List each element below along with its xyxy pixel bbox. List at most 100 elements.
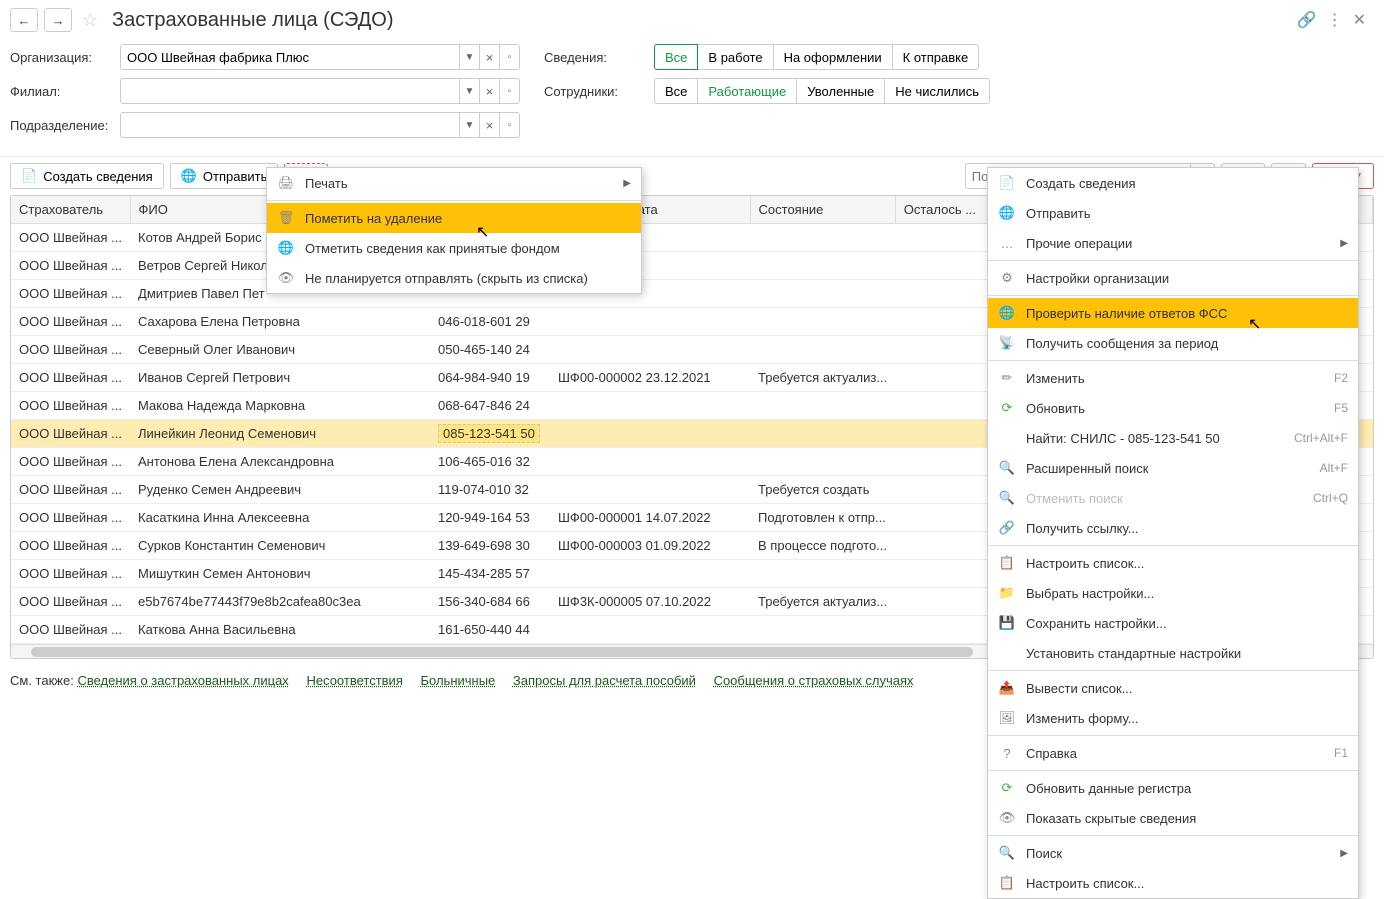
- table-cell: [750, 420, 895, 448]
- separator: [988, 770, 1358, 771]
- menu-edit[interactable]: ✏ИзменитьF2: [988, 363, 1358, 393]
- branch-clear-icon[interactable]: ×: [480, 78, 500, 104]
- help-icon: ?: [998, 744, 1016, 762]
- sotr-fired[interactable]: Уволенные: [797, 78, 885, 104]
- separator: [267, 200, 641, 201]
- table-cell: ООО Швейная ...: [11, 504, 130, 532]
- col-insurer[interactable]: Страхователь: [11, 196, 130, 224]
- close-icon[interactable]: ✕: [1353, 10, 1366, 30]
- menu-find[interactable]: Найти: СНИЛС - 085-123-541 50Ctrl+Alt+F: [988, 423, 1358, 453]
- kebab-icon[interactable]: ⋮: [1327, 10, 1343, 30]
- menu-other[interactable]: …Прочие операции▶: [988, 228, 1358, 258]
- table-cell: [550, 308, 750, 336]
- table-cell: [750, 280, 895, 308]
- table-cell: Требуется актуализ...: [750, 588, 895, 616]
- menu-send[interactable]: 🌐Отправить: [988, 198, 1358, 228]
- dept-input[interactable]: [120, 112, 460, 138]
- menu-cfg-list[interactable]: 📋Настроить список...: [988, 548, 1358, 578]
- menu-get-messages[interactable]: 📡Получить сообщения за период: [988, 328, 1358, 358]
- table-cell: 085-123-541 50: [430, 420, 550, 448]
- sved-reg[interactable]: На оформлении: [774, 44, 893, 70]
- separator: [988, 295, 1358, 296]
- favorite-button[interactable]: ☆: [78, 8, 102, 32]
- branch-open-icon[interactable]: ▫: [500, 78, 520, 104]
- forward-button[interactable]: →: [44, 8, 72, 32]
- menu-print[interactable]: 🖨 Печать ▶: [267, 168, 641, 198]
- table-cell: ШФ3К-000005 07.10.2022: [550, 588, 750, 616]
- menu-refresh-reg[interactable]: ⟳Обновить данные регистра: [988, 773, 1358, 803]
- footer-link[interactable]: Сведения о застрахованных лицах: [77, 673, 288, 688]
- dots-icon: …: [998, 234, 1016, 252]
- menu-get-link[interactable]: 🔗Получить ссылку...: [988, 513, 1358, 543]
- send-button[interactable]: 🌐 Отправить: [170, 163, 279, 189]
- menu-change-form[interactable]: 🖼Изменить форму...: [988, 703, 1358, 733]
- printer-icon: 🖨: [277, 174, 295, 192]
- table-cell: [550, 476, 750, 504]
- menu-cfg-list2[interactable]: 📋Настроить список...: [988, 868, 1358, 898]
- sotr-none[interactable]: Не числились: [885, 78, 990, 104]
- table-cell: ООО Швейная ...: [11, 616, 130, 644]
- menu-org-settings[interactable]: ⚙Настройки организации: [988, 263, 1358, 293]
- sotr-work[interactable]: Работающие: [698, 78, 797, 104]
- globe-icon: 🌐: [181, 168, 197, 184]
- menu-show-hidden[interactable]: 👁Показать скрытые сведения: [988, 803, 1358, 833]
- menu-create[interactable]: 📄Создать сведения: [988, 168, 1358, 198]
- page-title: Застрахованные лица (СЭДО): [112, 9, 1291, 32]
- table-cell: 050-465-140 24: [430, 336, 550, 364]
- menu-search[interactable]: 🔍Поиск▶: [988, 838, 1358, 868]
- footer-link[interactable]: Несоответствия: [306, 673, 402, 688]
- table-cell: 161-650-440 44: [430, 616, 550, 644]
- footer-link[interactable]: Больничные: [420, 673, 495, 688]
- menu-out-list[interactable]: 📤Вывести список...: [988, 673, 1358, 703]
- link-icon[interactable]: 🔗: [1297, 10, 1317, 30]
- table-cell: 119-074-010 32: [430, 476, 550, 504]
- pencil-icon: ✏: [998, 369, 1016, 387]
- back-button[interactable]: ←: [10, 8, 38, 32]
- menu-check-fss[interactable]: 🌐Проверить наличие ответов ФСС: [988, 298, 1358, 328]
- org-input[interactable]: [120, 44, 460, 70]
- menu-pick-settings[interactable]: 📁Выбрать настройки...: [988, 578, 1358, 608]
- footer-link[interactable]: Сообщения о страховых случаях: [714, 673, 914, 688]
- menu-std-settings[interactable]: Установить стандартные настройки: [988, 638, 1358, 668]
- org-dropdown-icon[interactable]: ▼: [460, 44, 480, 70]
- scrollbar-thumb[interactable]: [31, 647, 973, 657]
- table-cell: ООО Швейная ...: [11, 392, 130, 420]
- sotr-all[interactable]: Все: [654, 78, 698, 104]
- sved-all[interactable]: Все: [654, 44, 698, 70]
- table-cell: ООО Швейная ...: [11, 532, 130, 560]
- table-cell: 064-984-940 19: [430, 364, 550, 392]
- table-cell: ООО Швейная ...: [11, 476, 130, 504]
- dept-clear-icon[interactable]: ×: [480, 112, 500, 138]
- org-open-icon[interactable]: ▫: [500, 44, 520, 70]
- table-cell: [750, 336, 895, 364]
- menu-hide[interactable]: 👁 Не планируется отправлять (скрыть из с…: [267, 263, 641, 293]
- table-cell: ШФ00-000003 01.09.2022: [550, 532, 750, 560]
- footer-link[interactable]: Запросы для расчета пособий: [513, 673, 696, 688]
- table-cell: Требуется актуализ...: [750, 364, 895, 392]
- dept-dropdown-icon[interactable]: ▼: [460, 112, 480, 138]
- globe-icon: 🌐: [277, 239, 295, 257]
- sotr-filter-group: Все Работающие Уволенные Не числились: [654, 78, 990, 104]
- menu-refresh[interactable]: ⟳ОбновитьF5: [988, 393, 1358, 423]
- menu-help[interactable]: ?СправкаF1: [988, 738, 1358, 768]
- menu-mark-accepted[interactable]: 🌐 Отметить сведения как принятые фондом: [267, 233, 641, 263]
- branch-input[interactable]: [120, 78, 460, 104]
- col-state[interactable]: Состояние: [750, 196, 895, 224]
- menu-save-settings[interactable]: 💾Сохранить настройки...: [988, 608, 1358, 638]
- magnifier-icon: 🔍: [998, 459, 1016, 477]
- menu-cancel-search: 🔍Отменить поискCtrl+Q: [988, 483, 1358, 513]
- org-clear-icon[interactable]: ×: [480, 44, 500, 70]
- create-button[interactable]: 📄 Создать сведения: [10, 163, 164, 189]
- branch-dropdown-icon[interactable]: ▼: [460, 78, 480, 104]
- sved-work[interactable]: В работе: [698, 44, 773, 70]
- sved-send[interactable]: К отправке: [893, 44, 980, 70]
- separator: [988, 735, 1358, 736]
- table-cell: Мишуткин Семен Антонович: [130, 560, 430, 588]
- table-cell: 145-434-285 57: [430, 560, 550, 588]
- table-cell: Северный Олег Иванович: [130, 336, 430, 364]
- table-cell: 139-649-698 30: [430, 532, 550, 560]
- dept-open-icon[interactable]: ▫: [500, 112, 520, 138]
- menu-mark-delete[interactable]: 🗑 Пометить на удаление: [267, 203, 641, 233]
- antenna-icon: 📡: [998, 334, 1016, 352]
- menu-adv-search[interactable]: 🔍Расширенный поискAlt+F: [988, 453, 1358, 483]
